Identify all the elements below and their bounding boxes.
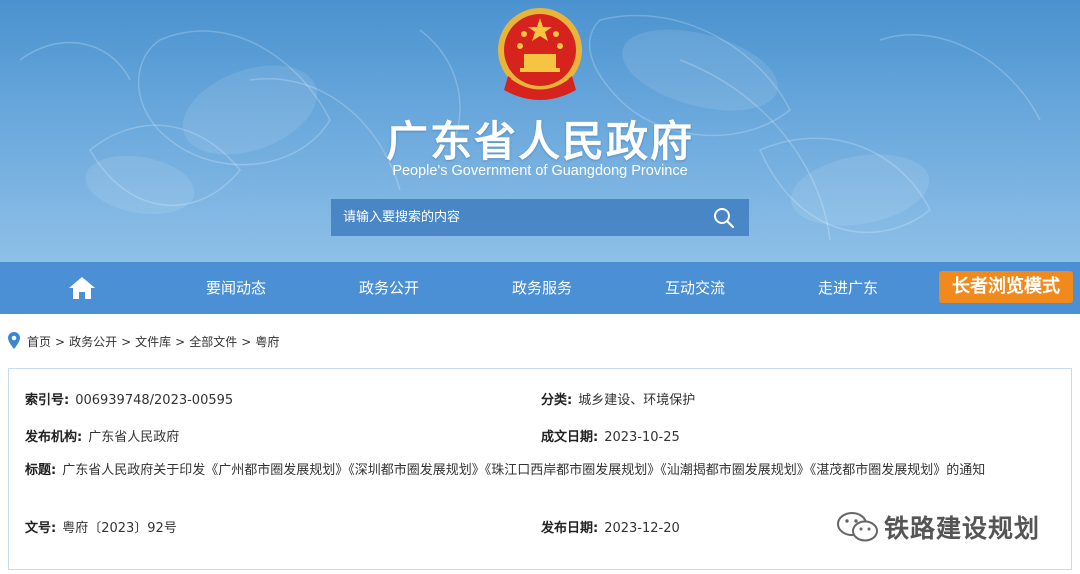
publish-date-label: 发布日期:: [541, 521, 599, 536]
search-icon[interactable]: [713, 207, 735, 229]
document-number-value: 粤府〔2023〕92号: [62, 521, 177, 536]
nav-item-about-guangdong[interactable]: 走进广东: [788, 262, 908, 314]
nav-item-news[interactable]: 要闻动态: [176, 262, 296, 314]
publisher-value: 广东省人民政府: [88, 430, 180, 445]
created-date-value: 2023-10-25: [604, 430, 680, 445]
search-box: [331, 199, 749, 236]
publish-date-value: 2023-12-20: [604, 521, 680, 536]
title-label: 标题:: [25, 463, 57, 478]
wechat-icon: [837, 512, 878, 542]
location-pin-icon: [8, 332, 20, 349]
breadcrumb-all-files[interactable]: 全部文件: [189, 335, 237, 349]
breadcrumb-separator: >: [55, 335, 66, 349]
index-number-field: 索引号: 006939748/2023-00595: [25, 389, 233, 408]
breadcrumb-file-library[interactable]: 文件库: [135, 335, 171, 349]
title-value: 广东省人民政府关于印发《广州都市圈发展规划》《深圳都市圈发展规划》《珠江口西岸都…: [62, 463, 986, 478]
breadcrumb-current[interactable]: 粤府: [255, 335, 279, 349]
site-subtitle: People's Government of Guangdong Provinc…: [392, 163, 688, 179]
category-label: 分类:: [541, 393, 573, 408]
breadcrumb-home[interactable]: 首页: [27, 335, 51, 349]
nav-item-gov-services[interactable]: 政务服务: [482, 262, 602, 314]
home-icon[interactable]: [68, 276, 96, 300]
title-field: 标题: 广东省人民政府关于印发《广州都市圈发展规划》《深圳都市圈发展规划》《珠江口…: [25, 461, 1055, 480]
breadcrumb-separator: >: [241, 335, 252, 349]
document-number-field: 文号: 粤府〔2023〕92号: [25, 517, 177, 536]
category-field: 分类: 城乡建设、环境保护: [541, 389, 695, 408]
watermark-text: 铁路建设规划: [884, 514, 1041, 543]
publish-date-field: 发布日期: 2023-12-20: [541, 517, 680, 536]
category-value: 城乡建设、环境保护: [578, 393, 696, 408]
breadcrumb-separator: >: [121, 335, 132, 349]
breadcrumb-separator: >: [175, 335, 186, 349]
main-nav: 要闻动态 政务公开 政务服务 互动交流 走进广东: [0, 262, 1080, 314]
breadcrumb-gov-affairs[interactable]: 政务公开: [69, 335, 117, 349]
nav-item-gov-affairs[interactable]: 政务公开: [329, 262, 449, 314]
elder-mode-button[interactable]: 长者浏览模式: [939, 271, 1073, 303]
index-number-label: 索引号:: [25, 393, 70, 408]
national-emblem-icon: [498, 8, 582, 100]
nav-item-interaction[interactable]: 互动交流: [635, 262, 755, 314]
search-input[interactable]: [331, 199, 701, 236]
created-date-field: 成文日期: 2023-10-25: [541, 426, 680, 445]
publisher-field: 发布机构: 广东省人民政府: [25, 426, 179, 445]
created-date-label: 成文日期:: [541, 430, 599, 445]
index-number-value: 006939748/2023-00595: [75, 393, 234, 408]
document-number-label: 文号:: [25, 521, 57, 536]
publisher-label: 发布机构:: [25, 430, 83, 445]
site-title: 广东省人民政府: [385, 117, 694, 166]
header-banner: 广东省人民政府 People's Government of Guangdong…: [0, 0, 1080, 262]
